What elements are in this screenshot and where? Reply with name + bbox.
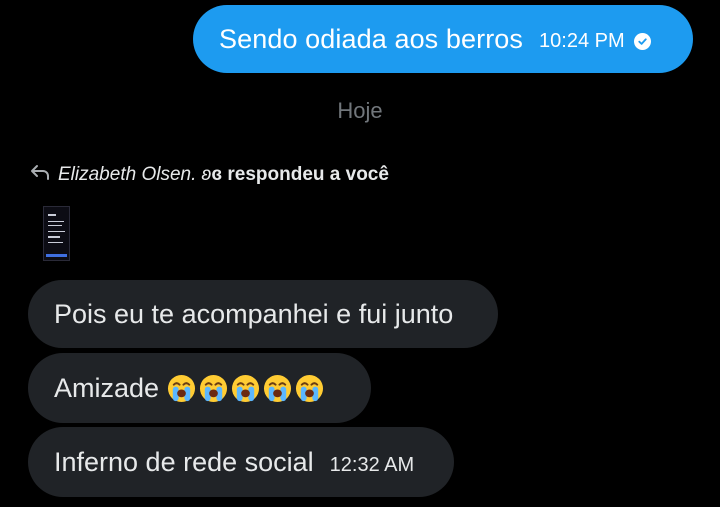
date-separator: Hoje — [337, 98, 383, 123]
loudly-crying-face-icon — [264, 374, 292, 402]
loudly-crying-face-icon — [168, 374, 196, 402]
received-message-text: Amizade — [54, 372, 160, 403]
loudly-crying-face-icon — [296, 374, 324, 402]
received-message-bubble[interactable]: Amizade — [28, 353, 371, 423]
received-message-bubble[interactable]: Inferno de rede social 12:32 AM — [28, 427, 454, 497]
loudly-crying-face-icon — [200, 374, 228, 402]
read-check-icon — [633, 32, 651, 50]
emoji-row — [167, 374, 327, 403]
received-message-time: 12:32 AM — [329, 453, 415, 476]
received-message-text: Inferno de rede social — [54, 446, 314, 477]
reply-arrow-icon — [30, 164, 50, 186]
media-thumbnail[interactable] — [43, 206, 70, 261]
loudly-crying-face-icon — [232, 374, 260, 402]
sent-message-time: 10:24 PM — [539, 29, 625, 52]
sent-message-bubble[interactable]: Sendo odiada aos berros 10:24 PM — [193, 5, 693, 73]
reply-description: ɞ respondeu a você — [211, 164, 389, 185]
reply-header: Elizabeth Olsen. ʚɞ respondeu a você — [30, 164, 389, 186]
sent-message-text: Sendo odiada aos berros — [219, 23, 524, 54]
received-message-bubble[interactable]: Pois eu te acompanhei e fui junto — [28, 280, 498, 348]
reply-sender-name: Elizabeth Olsen. ʚ — [58, 164, 212, 185]
received-message-text: Pois eu te acompanhei e fui junto — [54, 298, 454, 329]
